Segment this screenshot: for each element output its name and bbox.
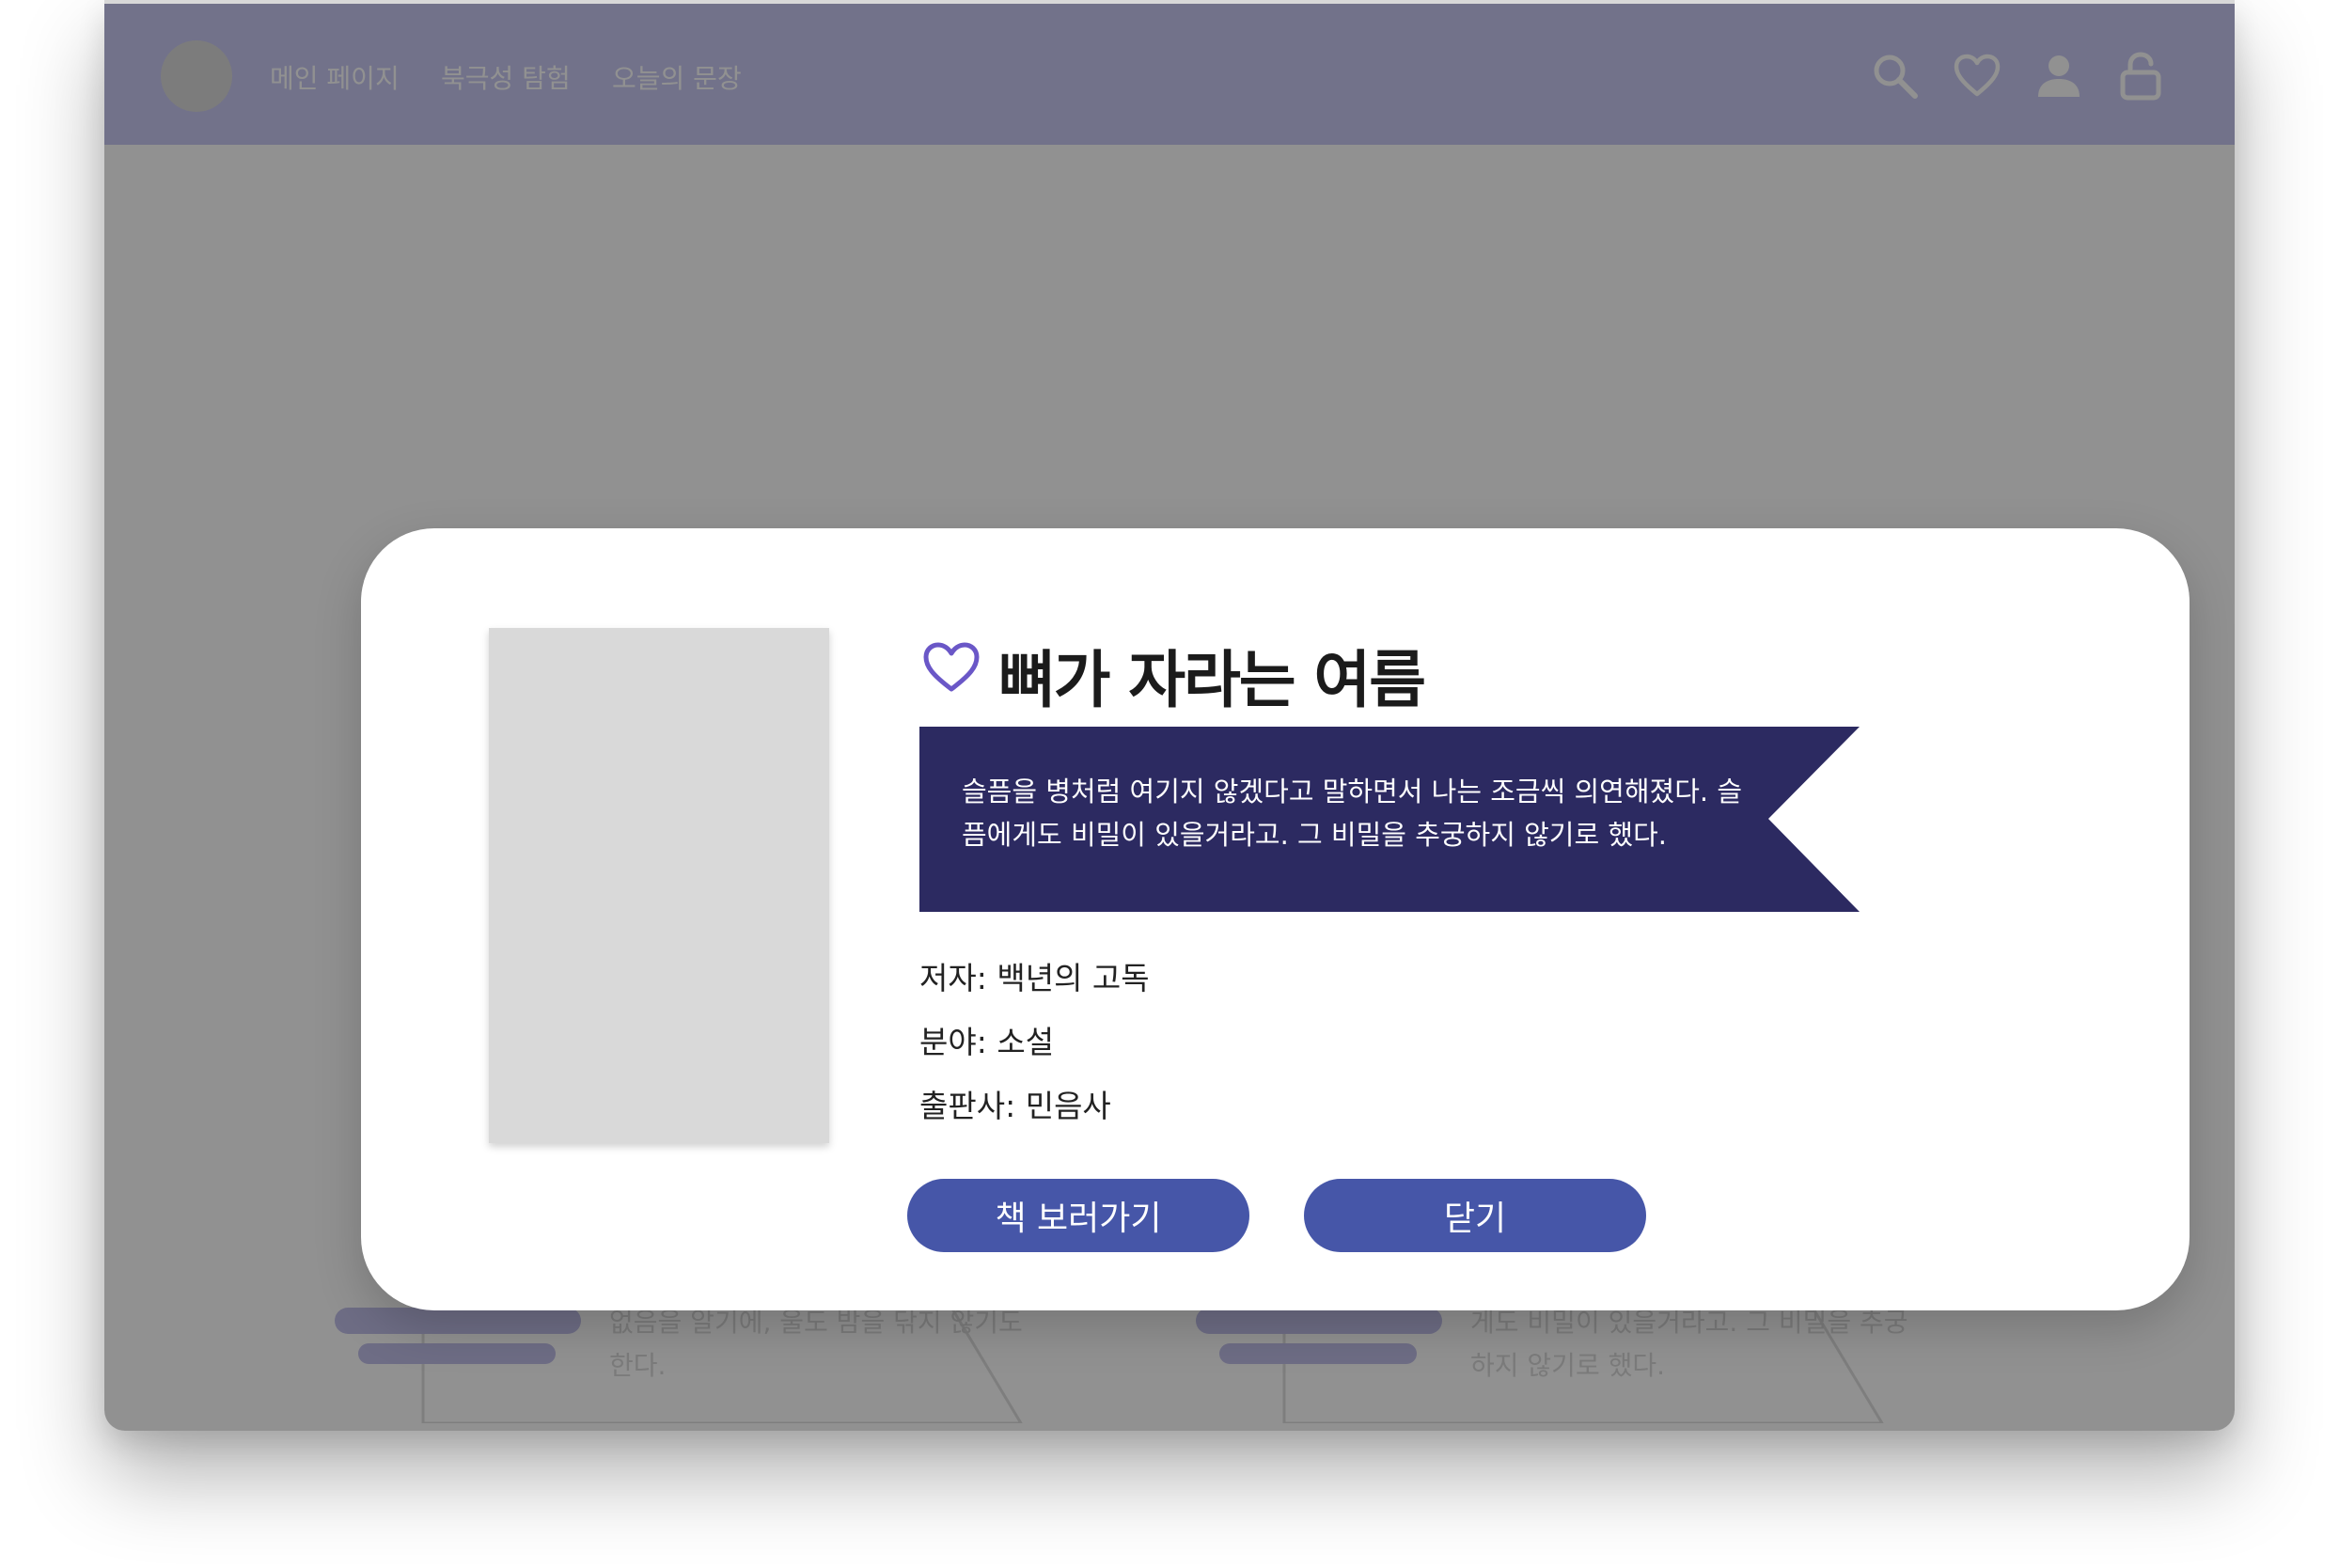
book-cover-image (489, 628, 829, 1143)
meta-value: 민음사 (1025, 1088, 1111, 1124)
heart-outline-icon[interactable] (921, 639, 981, 696)
browser-window: 메인 페이지 북극성 탐험 오늘의 문장 오늘의 문장 오늘의 한 문장이 여러… (104, 0, 2235, 1431)
book-genre: 분야: 소설 (919, 1017, 1054, 1062)
meta-value: 소설 (997, 1024, 1055, 1060)
meta-value: 백년의 고독 (997, 960, 1150, 996)
quote-banner: 슬픔을 병처럼 여기지 않겠다고 말하면서 나는 조금씩 의연해졌다. 슬픔에게… (919, 727, 1860, 912)
view-book-button[interactable]: 책 보러가기 (907, 1179, 1249, 1252)
meta-label: 저자: (919, 960, 987, 996)
meta-label: 분야: (919, 1024, 987, 1060)
meta-label: 출판사: (919, 1088, 1016, 1124)
quote-text: 슬픔을 병처럼 여기지 않겠다고 말하면서 나는 조금씩 의연해졌다. 슬픔에게… (962, 776, 1743, 851)
book-publisher: 출판사: 민음사 (919, 1081, 1111, 1126)
book-author: 저자: 백년의 고독 (919, 953, 1150, 998)
close-button[interactable]: 닫기 (1304, 1179, 1646, 1252)
book-detail-modal: 뼈가 자라는 여름 슬픔을 병처럼 여기지 않겠다고 말하면서 나는 조금씩 의… (361, 528, 2190, 1310)
book-title: 뼈가 자라는 여름 (998, 644, 1426, 716)
